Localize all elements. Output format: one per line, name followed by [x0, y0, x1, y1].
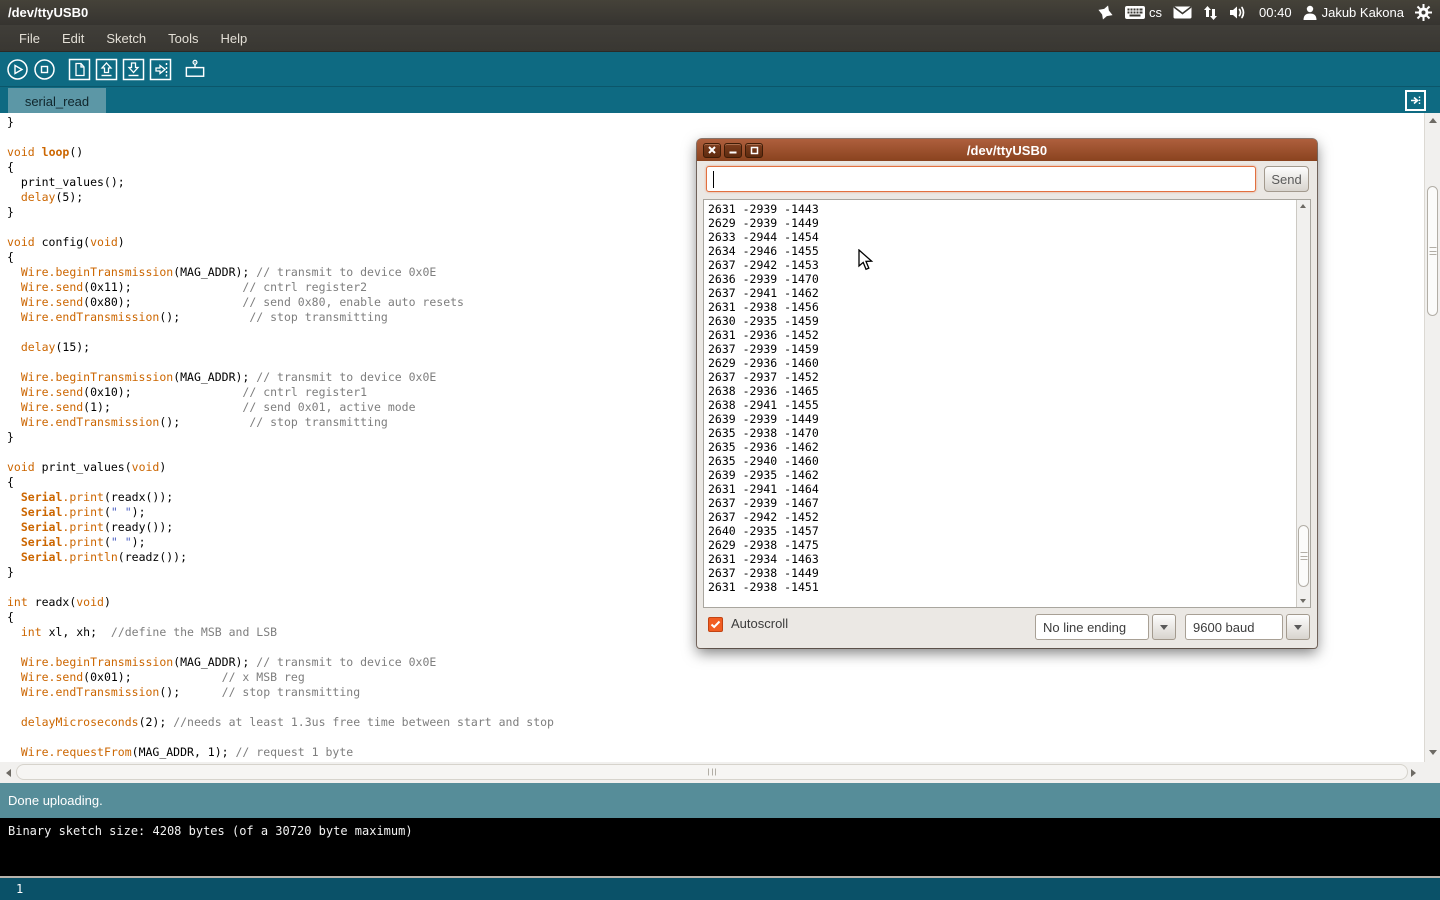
messaging-icon[interactable]: [1173, 6, 1192, 19]
volume-icon[interactable]: [1229, 5, 1248, 20]
stop-icon: [33, 58, 56, 81]
baud-dropdown-button[interactable]: [1286, 614, 1310, 640]
editor-hscroll-thumb[interactable]: [16, 764, 1408, 780]
console-text: Binary sketch size: 4208 bytes (of a 307…: [8, 824, 413, 838]
scroll-up-arrow[interactable]: [1429, 118, 1437, 123]
line-ending-dropdown-button[interactable]: [1152, 614, 1176, 640]
window-title: /dev/ttyUSB0: [0, 5, 88, 20]
code-text[interactable]: } void loop(){ print_values(); delay(5);…: [7, 115, 554, 760]
autoscroll-label[interactable]: Autoscroll: [731, 616, 788, 631]
current-line-number: 1: [16, 882, 23, 896]
clock[interactable]: 00:40: [1259, 5, 1292, 20]
editor-vscroll-thumb[interactable]: [1427, 186, 1438, 316]
user-name: Jakub Kakona: [1322, 5, 1404, 20]
tab-serial-read[interactable]: serial_read: [8, 88, 106, 114]
close-icon: [708, 146, 716, 154]
serial-scroll-thumb[interactable]: [1298, 525, 1309, 587]
serial-window-title: /dev/ttyUSB0: [697, 143, 1317, 158]
upload-button[interactable]: [148, 57, 172, 81]
scroll-down-arrow[interactable]: [1429, 750, 1437, 755]
minimize-button[interactable]: [724, 143, 742, 158]
line-ending-select[interactable]: No line ending: [1035, 614, 1149, 640]
menu-help[interactable]: Help: [209, 27, 258, 50]
scroll-right-arrow[interactable]: [1411, 769, 1416, 777]
menubar: File Edit Sketch Tools Help: [0, 25, 1440, 52]
baud-value: 9600 baud: [1193, 620, 1254, 635]
menu-sketch[interactable]: Sketch: [95, 27, 157, 50]
tab-label: serial_read: [25, 94, 89, 109]
text-caret: [713, 171, 714, 188]
system-tray: cs 00:40 Jakub Kakona: [1097, 4, 1440, 21]
upload-icon: [149, 58, 172, 81]
open-button[interactable]: [94, 57, 118, 81]
top-panel: /dev/ttyUSB0 cs 00:40 Jakub Kakona: [0, 0, 1440, 25]
chevron-down-icon: [1294, 625, 1302, 630]
scroll-left-arrow[interactable]: [6, 769, 11, 777]
serial-input[interactable]: [706, 166, 1256, 192]
serial-scroll-up-arrow[interactable]: [1300, 204, 1306, 208]
maximize-button[interactable]: [745, 143, 763, 158]
checkmark-icon: [710, 620, 721, 629]
serial-controls: Autoscroll No line ending 9600 baud: [697, 613, 1317, 641]
tab-menu-arrow-icon: [1409, 94, 1422, 107]
user-menu[interactable]: Jakub Kakona: [1303, 5, 1404, 20]
serial-scroll-down-arrow[interactable]: [1300, 599, 1306, 603]
session-gear-icon[interactable]: [1415, 4, 1432, 21]
autoscroll-checkbox[interactable]: [708, 617, 723, 632]
stop-button[interactable]: [32, 57, 56, 81]
serial-output[interactable]: 2631 -2939 -1443 2629 -2939 -1449 2633 -…: [708, 202, 819, 594]
baud-select[interactable]: 9600 baud: [1185, 614, 1283, 640]
keyboard-layout-icon[interactable]: cs: [1125, 5, 1162, 20]
editor-horizontal-scrollbar[interactable]: [0, 762, 1440, 783]
menu-file[interactable]: File: [8, 27, 51, 50]
menu-tools[interactable]: Tools: [157, 27, 209, 50]
verify-button[interactable]: [5, 57, 29, 81]
tab-bar: serial_read: [0, 86, 1440, 113]
serial-monitor-window: /dev/ttyUSB0 Send 2631 -2939 -1443 2629 …: [697, 139, 1317, 648]
tab-menu-button[interactable]: [1405, 90, 1426, 111]
send-button[interactable]: Send: [1264, 166, 1309, 192]
send-label: Send: [1271, 172, 1301, 187]
network-icon[interactable]: [1203, 5, 1218, 21]
serial-scrollbar[interactable]: [1296, 200, 1310, 607]
new-sketch-icon: [68, 58, 91, 81]
toolbar: [0, 52, 1440, 86]
minimize-icon: [729, 146, 737, 154]
save-icon: [122, 58, 145, 81]
maximize-icon: [750, 146, 759, 155]
editor-vertical-scrollbar[interactable]: [1424, 113, 1440, 762]
serial-monitor-icon: [183, 58, 207, 81]
serial-output-area[interactable]: 2631 -2939 -1443 2629 -2939 -1449 2633 -…: [703, 199, 1311, 608]
status-message: Done uploading.: [8, 793, 103, 808]
save-button[interactable]: [121, 57, 145, 81]
keyboard-layout-label[interactable]: cs: [1149, 5, 1162, 20]
serial-window-titlebar[interactable]: /dev/ttyUSB0: [697, 139, 1317, 161]
mouse-cursor: [858, 249, 876, 276]
line-ending-value: No line ending: [1043, 620, 1126, 635]
new-sketch-button[interactable]: [67, 57, 91, 81]
user-icon: [1303, 5, 1317, 20]
status-bar: Done uploading.: [0, 783, 1440, 818]
serial-monitor-button[interactable]: [183, 57, 207, 81]
menu-edit[interactable]: Edit: [51, 27, 95, 50]
open-icon: [95, 58, 118, 81]
notification-applet-icon[interactable]: [1097, 4, 1114, 21]
line-number-bar: 1: [0, 876, 1440, 900]
close-button[interactable]: [703, 143, 721, 158]
verify-icon: [6, 58, 29, 81]
chevron-down-icon: [1160, 625, 1168, 630]
build-console: Binary sketch size: 4208 bytes (of a 307…: [0, 818, 1440, 876]
